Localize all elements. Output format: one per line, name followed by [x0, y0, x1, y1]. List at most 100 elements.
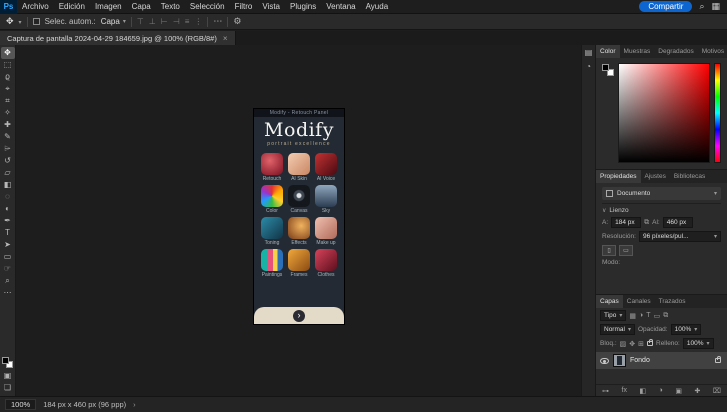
foreground-color-swatch[interactable] [2, 357, 9, 364]
adjustment-layer-icon[interactable]: ◑ [659, 387, 663, 394]
portrait-orientation-button[interactable]: ▯ [602, 245, 616, 256]
hue-slider[interactable] [714, 63, 721, 163]
tool-path-selection[interactable]: ➤ [1, 239, 15, 251]
tab-bibliotecas[interactable]: Bibliotecas [670, 170, 709, 183]
new-layer-icon[interactable]: ✚ [695, 387, 701, 395]
tool-zoom[interactable]: ⌕ [1, 275, 15, 287]
height-field[interactable]: 460 px [662, 217, 693, 228]
tool-eyedropper[interactable]: ✧ [1, 107, 15, 119]
align-more-icon[interactable]: ⋮ [194, 17, 202, 26]
tool-eraser[interactable]: ▱ [1, 167, 15, 179]
lock-transparency-icon[interactable]: ▨ [620, 340, 627, 348]
layer-row-fondo[interactable]: Fondo [596, 352, 727, 369]
tab-capas[interactable]: Capas [596, 295, 623, 308]
fill-dropdown[interactable]: 100% [682, 338, 714, 349]
menu-archivo[interactable]: Archivo [17, 2, 54, 11]
more-options-icon[interactable]: ⋯ [213, 16, 222, 27]
document-properties-dropdown[interactable]: Documento [602, 187, 721, 200]
tab-degradados[interactable]: Degradados [654, 45, 697, 58]
tool-brush[interactable]: ✎ [1, 131, 15, 143]
tool-hand[interactable]: ☞ [1, 263, 15, 275]
canvas-document[interactable]: Modify - Retouch Panel Modify portrait e… [254, 109, 344, 324]
menu-imagen[interactable]: Imagen [90, 2, 127, 11]
layer-style-icon[interactable]: fx [622, 387, 627, 394]
landscape-orientation-button[interactable]: ▭ [619, 245, 633, 256]
menu-edicion[interactable]: Edición [54, 2, 90, 11]
layer-filter-type-dropdown[interactable]: Tipo [600, 310, 627, 321]
lock-all-icon[interactable] [647, 339, 653, 346]
filter-pixel-layers-icon[interactable]: ▦ [629, 312, 636, 320]
zoom-level-field[interactable]: 100% [5, 399, 37, 410]
tool-rectangular-marquee[interactable]: ⬚ [1, 59, 15, 71]
resolution-dropdown[interactable]: 96 píxeles/pul... [638, 231, 721, 242]
tool-gradient[interactable]: ◧ [1, 179, 15, 191]
layer-group-icon[interactable]: ▣ [675, 387, 682, 395]
blend-mode-dropdown[interactable]: Normal [600, 324, 635, 335]
tab-color[interactable]: Color [596, 45, 620, 58]
lock-artboard-icon[interactable]: ⊞ [638, 340, 644, 348]
menu-seleccion[interactable]: Selección [185, 2, 230, 11]
layer-visibility-icon[interactable] [600, 357, 609, 364]
tool-move[interactable]: ✥ [0, 47, 15, 59]
tab-canales[interactable]: Canales [623, 295, 655, 308]
tool-type[interactable]: T [1, 227, 15, 239]
tab-motivos[interactable]: Motivos [698, 45, 727, 58]
document-tab[interactable]: Captura de pantalla 2024-04-29 184659.jp… [0, 31, 236, 45]
link-dimensions-icon[interactable]: ⧉ [644, 219, 649, 227]
settings-gear-icon[interactable]: ⚙ [233, 16, 241, 27]
align-top-icon[interactable]: ⊤ [137, 17, 144, 26]
canvas-area[interactable]: Modify - Retouch Panel Modify portrait e… [17, 45, 581, 396]
lock-position-icon[interactable]: ✥ [629, 340, 635, 348]
layer-thumbnail[interactable] [613, 354, 626, 367]
tab-trazados[interactable]: Trazados [655, 295, 690, 308]
tab-close-icon[interactable]: × [223, 34, 228, 43]
align-left-icon[interactable]: ⊢ [161, 17, 168, 26]
foreground-color-mini-swatch[interactable] [602, 64, 609, 71]
status-chevron-icon[interactable]: › [133, 400, 136, 409]
menu-capa[interactable]: Capa [127, 2, 156, 11]
canvas-section-header[interactable]: ∨ Lienzo [602, 207, 721, 214]
delete-layer-icon[interactable]: ⌧ [713, 387, 721, 395]
filter-smart-objects-icon[interactable]: ⧉ [663, 312, 668, 320]
photoshop-logo[interactable]: Ps [0, 0, 17, 14]
menu-ayuda[interactable]: Ayuda [361, 2, 394, 11]
caret-down-icon[interactable] [19, 17, 22, 26]
tool-object-selection[interactable]: ⌖ [1, 83, 15, 95]
distribute-icon[interactable]: ≡ [185, 17, 190, 26]
collapsed-panel-icon-b[interactable]: ◔ [586, 63, 591, 71]
opacity-dropdown[interactable]: 100% [670, 324, 702, 335]
align-right-icon[interactable]: ⊣ [173, 17, 180, 26]
tool-rectangle-shape[interactable]: ▭ [1, 251, 15, 263]
tab-ajustes[interactable]: Ajustes [641, 170, 670, 183]
width-field[interactable]: 184 px [611, 217, 642, 228]
filter-type-layers-icon[interactable]: T [646, 312, 650, 319]
menu-ventana[interactable]: Ventana [321, 2, 360, 11]
layer-mask-icon[interactable]: ◧ [639, 387, 646, 395]
color-saturation-field[interactable] [618, 63, 710, 163]
tool-crop[interactable]: ⌗ [1, 95, 15, 107]
menu-vista[interactable]: Vista [257, 2, 285, 11]
edit-toolbar-icon[interactable]: ⋯ [4, 288, 12, 297]
align-bottom-icon[interactable]: ⊥ [149, 17, 156, 26]
tab-propiedades[interactable]: Propiedades [596, 170, 641, 183]
tool-spot-healing-brush[interactable]: ✚ [1, 119, 15, 131]
link-layers-icon[interactable]: ⊶ [602, 387, 609, 395]
tool-clone-stamp[interactable]: ⌲ [1, 143, 15, 155]
filter-adjustment-layers-icon[interactable]: ◑ [639, 312, 643, 319]
tool-history-brush[interactable]: ↺ [1, 155, 15, 167]
move-tool-preset-icon[interactable]: ✥ [6, 16, 14, 27]
color-fg-bg-swatches[interactable] [601, 63, 614, 163]
auto-select-target-dropdown[interactable]: Capa [101, 17, 126, 26]
workspace-switcher-icon[interactable]: ▦ [711, 2, 720, 11]
menu-texto[interactable]: Texto [156, 2, 185, 11]
share-button[interactable]: Compartir [639, 1, 693, 12]
auto-select-checkbox[interactable] [32, 18, 40, 25]
quick-mask-icon[interactable]: ▣ [4, 372, 12, 380]
tool-pen[interactable]: ✒ [1, 215, 15, 227]
tab-muestras[interactable]: Muestras [620, 45, 655, 58]
filter-shape-layers-icon[interactable]: ▭ [654, 312, 661, 320]
menu-filtro[interactable]: Filtro [230, 2, 258, 11]
search-icon[interactable]: ⌕ [699, 2, 704, 11]
menu-plugins[interactable]: Plugins [285, 2, 321, 11]
tool-blur[interactable]: ◌ [1, 191, 15, 203]
